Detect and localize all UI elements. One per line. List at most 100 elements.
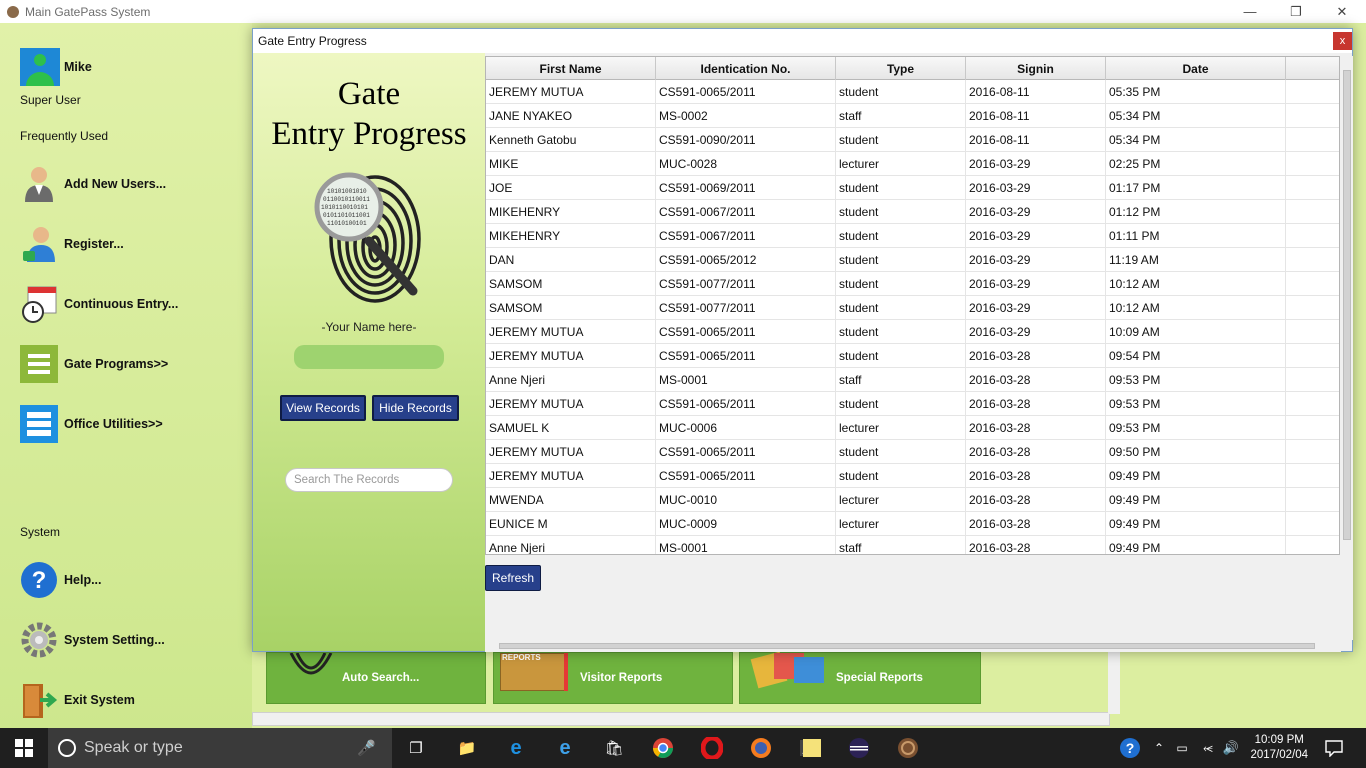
microphone-icon[interactable]: 🎤 xyxy=(357,739,376,757)
table-row[interactable]: Anne Njeri MS-0001 staff 2016-03-28 09:53 PM xyxy=(486,368,1339,392)
sidebar-item-office-utilities[interactable]: Office Utilities>> xyxy=(20,403,163,445)
sidebar-item-gate-programs[interactable]: Gate Programs>> xyxy=(20,343,168,385)
dialog-title-bar: Gate Entry Progress x xyxy=(253,29,1352,53)
cell-id-number: CS591-0065/2011 xyxy=(656,344,836,368)
visitor-reports-tile[interactable]: REPORTS Visitor Reports xyxy=(493,652,733,704)
main-vertical-scrollbar[interactable] xyxy=(1108,652,1120,714)
table-row[interactable]: JEREMY MUTUA CS591-0065/2011 student 2016-0… xyxy=(486,392,1339,416)
notifications-icon[interactable] xyxy=(1322,736,1346,760)
table-row[interactable]: Kenneth Gatobu CS591-0090/2011 student 2016… xyxy=(486,128,1339,152)
gatepass-app-icon[interactable] xyxy=(896,736,920,760)
chevron-up-icon[interactable]: ⌃ xyxy=(1147,736,1171,760)
table-row[interactable]: JOE CS591-0069/2011 student 2016-03-29 01:17… xyxy=(486,176,1339,200)
table-row[interactable]: JANE NYAKEO MS-0002 staff 2016-08-11 05:34 P… xyxy=(486,104,1339,128)
table-row[interactable]: SAMUEL K MUC-0006 lecturer 2016-03-28 09:53 … xyxy=(486,416,1339,440)
user-role: Super User xyxy=(20,93,81,107)
sidebar-item-add-users[interactable]: Add New Users... xyxy=(20,163,166,205)
cell-type: lecturer xyxy=(836,512,966,536)
windows-start-icon[interactable] xyxy=(12,736,36,760)
cell-first-name: JEREMY MUTUA xyxy=(486,80,656,104)
cell-date: 09:53 PM xyxy=(1106,392,1286,416)
minimize-icon[interactable]: — xyxy=(1227,0,1273,23)
sidebar-item-help[interactable]: ? Help... xyxy=(20,559,102,601)
table-row[interactable]: JEREMY MUTUA CS591-0065/2011 student 2016-0… xyxy=(486,320,1339,344)
refresh-button[interactable]: Refresh xyxy=(485,565,541,591)
sidebar-item-system-setting[interactable]: System Setting... xyxy=(20,619,165,661)
table-row[interactable]: SAMSOM CS591-0077/2011 student 2016-03-29 10… xyxy=(486,296,1339,320)
cell-first-name: JEREMY MUTUA xyxy=(486,464,656,488)
main-title-bar: Main GatePass System — ❐ ✕ xyxy=(0,0,1366,23)
cell-signin: 2016-03-28 xyxy=(966,344,1106,368)
table-row[interactable]: JEREMY MUTUA CS591-0065/2011 student 2016-0… xyxy=(486,440,1339,464)
vertical-scroll-thumb[interactable] xyxy=(1343,70,1351,540)
cell-signin: 2016-03-28 xyxy=(966,464,1106,488)
column-header-type[interactable]: Type xyxy=(836,57,966,80)
cortana-search-input[interactable]: Speak or type 🎤 xyxy=(48,728,392,768)
internet-explorer-icon[interactable]: e xyxy=(553,736,577,760)
auto-search-tile[interactable]: Auto Search... xyxy=(266,652,486,704)
edge-browser-icon[interactable]: e xyxy=(504,736,528,760)
table-row[interactable]: EUNICE M MUC-0009 lecturer 2016-03-28 09:49 … xyxy=(486,512,1339,536)
chrome-icon[interactable] xyxy=(651,736,675,760)
table-header: First Name Identication No. Type Signin … xyxy=(486,57,1339,80)
main-horizontal-scrollbar[interactable] xyxy=(252,712,1110,726)
cell-filler xyxy=(1286,296,1339,320)
column-header-id-number[interactable]: Identication No. xyxy=(656,57,836,80)
cell-type: student xyxy=(836,272,966,296)
table-row[interactable]: Anne Njeri MS-0001 staff 2016-03-28 09:49 PM xyxy=(486,536,1339,554)
table-row[interactable]: JEREMY MUTUA CS591-0065/2011 student 2016-0… xyxy=(486,80,1339,104)
cell-date: 09:50 PM xyxy=(1106,440,1286,464)
file-explorer-icon[interactable]: 📁 xyxy=(455,736,479,760)
svg-text:1010110010101: 1010110010101 xyxy=(321,204,368,211)
table-vertical-scrollbar[interactable] xyxy=(1341,56,1353,640)
svg-text:?: ? xyxy=(32,567,47,594)
sidebar-item-register[interactable]: Register... xyxy=(20,223,124,265)
sticky-notes-icon[interactable] xyxy=(800,736,824,760)
table-row[interactable]: MIKEHENRY CS591-0067/2011 student 2016-03-2… xyxy=(486,224,1339,248)
clock[interactable]: 10:09 PM 2017/02/04 xyxy=(1250,733,1308,763)
task-view-icon[interactable]: ❐ xyxy=(404,736,428,760)
cell-signin: 2016-08-11 xyxy=(966,104,1106,128)
cell-filler xyxy=(1286,488,1339,512)
dialog-close-button[interactable]: x xyxy=(1333,32,1352,50)
table-row[interactable]: JEREMY MUTUA CS591-0065/2011 student 2016-0… xyxy=(486,464,1339,488)
store-icon[interactable]: 🛍 xyxy=(602,736,626,760)
table-row[interactable]: JEREMY MUTUA CS591-0065/2011 student 2016-0… xyxy=(486,344,1339,368)
help-tray-icon[interactable]: ? xyxy=(1118,736,1142,760)
restore-icon[interactable]: ❐ xyxy=(1273,0,1319,23)
cell-first-name: JEREMY MUTUA xyxy=(486,344,656,368)
table-row[interactable]: DAN CS591-0065/2012 student 2016-03-29 11:19… xyxy=(486,248,1339,272)
view-records-button[interactable]: View Records xyxy=(280,395,366,421)
sidebar-item-continuous-entry[interactable]: Continuous Entry... xyxy=(20,283,178,325)
opera-icon[interactable] xyxy=(700,736,724,760)
gate-entry-dialog: Gate Entry Progress x Gate Entry Progres… xyxy=(252,28,1353,652)
cell-id-number: MUC-0006 xyxy=(656,416,836,440)
cell-type: staff xyxy=(836,368,966,392)
svg-text:11010100101: 11010100101 xyxy=(327,220,367,227)
volume-icon[interactable]: 🔊 xyxy=(1219,736,1243,760)
table-row[interactable]: MWENDA MUC-0010 lecturer 2016-03-28 09:49 PM xyxy=(486,488,1339,512)
column-header-signin[interactable]: Signin xyxy=(966,57,1106,80)
wifi-icon[interactable]: ⥷ xyxy=(1196,736,1220,760)
special-reports-tile[interactable]: Special Reports xyxy=(739,651,981,704)
firefox-icon[interactable] xyxy=(749,736,773,760)
column-header-date[interactable]: Date xyxy=(1106,57,1286,80)
table-row[interactable]: MIKEHENRY CS591-0067/2011 student 2016-03-2… xyxy=(486,200,1339,224)
cell-date: 11:19 AM xyxy=(1106,248,1286,272)
table-row[interactable]: SAMSOM CS591-0077/2011 student 2016-03-29 10… xyxy=(486,272,1339,296)
horizontal-scroll-thumb[interactable] xyxy=(499,643,1315,649)
search-records-input[interactable]: Search The Records xyxy=(285,468,453,492)
column-header-first-name[interactable]: First Name xyxy=(486,57,656,80)
hide-records-button[interactable]: Hide Records xyxy=(372,395,459,421)
close-icon[interactable]: ✕ xyxy=(1319,0,1365,23)
fingerprint-search-icon xyxy=(267,653,342,703)
eclipse-icon[interactable] xyxy=(847,736,871,760)
table-row[interactable]: MIKE MUC-0028 lecturer 2016-03-29 02:25 PM xyxy=(486,152,1339,176)
cell-type: student xyxy=(836,128,966,152)
register-user-icon xyxy=(20,225,58,263)
cell-date: 01:12 PM xyxy=(1106,200,1286,224)
table-horizontal-scrollbar[interactable] xyxy=(485,640,1341,652)
cell-signin: 2016-03-29 xyxy=(966,200,1106,224)
sidebar-item-exit[interactable]: Exit System xyxy=(20,679,135,721)
battery-icon[interactable]: ▭ xyxy=(1170,736,1194,760)
